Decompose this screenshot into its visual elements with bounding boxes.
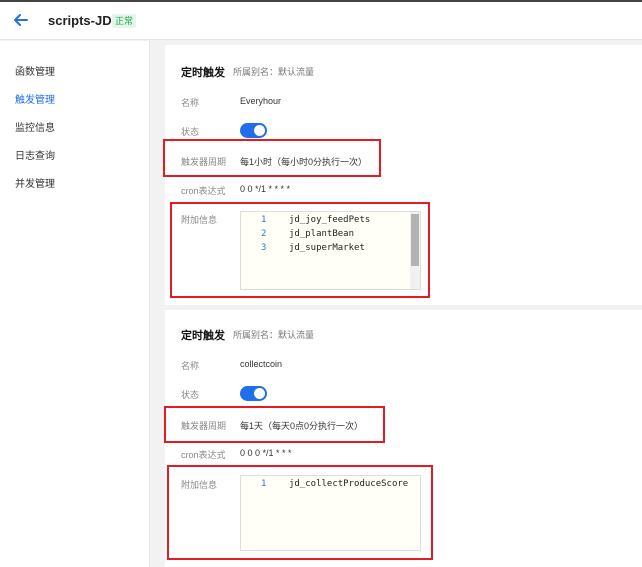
trigger-name: Everyhour xyxy=(240,96,282,106)
cron-label: cron表达式 xyxy=(181,450,226,460)
card-title: 定时触发 xyxy=(181,330,225,342)
sidebar-item-logs[interactable]: 日志查询 xyxy=(15,147,55,162)
sidebar-item-functions[interactable]: 函数管理 xyxy=(15,63,55,78)
highlight-box-extra xyxy=(170,202,430,298)
alias-text: 所属别名：默认流量 xyxy=(233,330,315,340)
sidebar: 函数管理 触发管理 监控信息 日志查询 并发管理 xyxy=(0,41,150,567)
name-label: 名称 xyxy=(181,361,200,371)
cron-value: 0 0 0 */1 * * * xyxy=(240,448,292,458)
sidebar-item-triggers[interactable]: 触发管理 xyxy=(15,91,55,106)
state-label: 状态 xyxy=(181,390,200,400)
status-badge: 正常 xyxy=(112,14,137,28)
highlight-box-extra xyxy=(167,465,433,560)
cron-value: 0 0 */1 * * * * xyxy=(240,184,291,194)
alias-text: 所属别名：默认流量 xyxy=(233,67,315,77)
state-label: 状态 xyxy=(181,127,200,137)
cron-label: cron表达式 xyxy=(181,186,226,196)
top-bar: scripts-JD 正常 xyxy=(0,0,642,40)
trigger-name: collectcoin xyxy=(240,359,283,369)
sidebar-item-concurrency[interactable]: 并发管理 xyxy=(15,175,55,190)
highlight-box-period xyxy=(163,139,381,177)
page-title: scripts-JD xyxy=(48,13,112,28)
sidebar-item-monitoring[interactable]: 监控信息 xyxy=(15,119,55,134)
highlight-box-period xyxy=(164,406,385,443)
card-title: 定时触发 xyxy=(181,67,225,79)
state-toggle[interactable] xyxy=(240,386,267,401)
state-toggle[interactable] xyxy=(240,123,267,138)
name-label: 名称 xyxy=(181,98,200,108)
back-arrow-icon[interactable] xyxy=(10,10,32,30)
